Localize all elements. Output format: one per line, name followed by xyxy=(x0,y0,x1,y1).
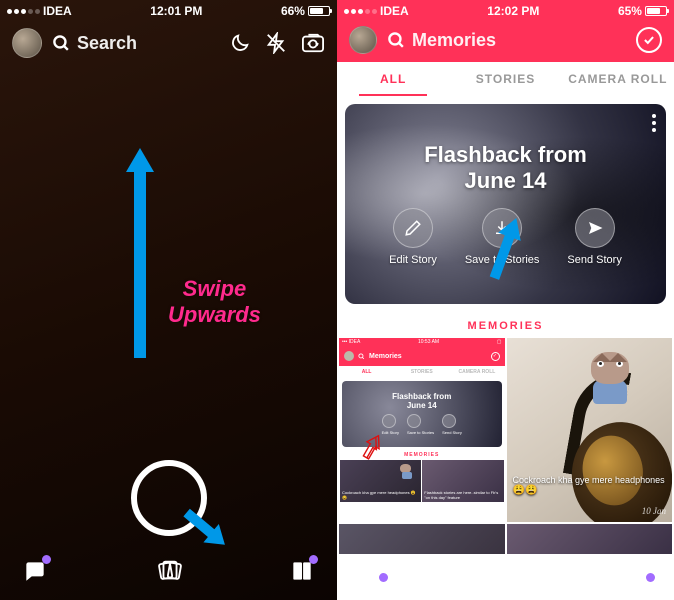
carrier-label: IDEA xyxy=(380,4,409,18)
search-button[interactable]: Memories xyxy=(387,30,626,51)
red-arrow-icon xyxy=(359,432,385,467)
stories-button[interactable] xyxy=(626,576,652,600)
tab-cameraroll[interactable]: CAMERA ROLL xyxy=(562,62,674,96)
edit-story-button[interactable]: Edit Story xyxy=(389,208,437,266)
memory-tile[interactable]: ••• IDEA10:53 AM▢ Memories ✓ ALLSTORIESC… xyxy=(339,338,505,522)
battery-icon xyxy=(308,6,330,16)
memory-tile[interactable]: Cockroach kha gye mere headphones 😩😩 10 … xyxy=(507,338,673,522)
stories-badge xyxy=(646,573,655,582)
signal-icon xyxy=(344,9,377,14)
memory-caption: Cockroach kha gye mere headphones 😩😩 xyxy=(513,475,667,496)
send-story-button[interactable]: Send Story xyxy=(567,208,621,266)
profile-avatar[interactable] xyxy=(12,28,42,58)
stories-badge xyxy=(309,555,318,564)
chat-button[interactable] xyxy=(359,576,385,600)
save-pointer-arrow xyxy=(475,214,535,289)
flashback-title: Flashback fromJune 14 xyxy=(424,142,587,195)
memories-grid: ••• IDEA10:53 AM▢ Memories ✓ ALLSTORIESC… xyxy=(337,338,674,554)
stories-button[interactable] xyxy=(289,558,315,584)
memories-pointer-arrow xyxy=(175,498,235,563)
flip-camera-icon[interactable] xyxy=(301,32,325,54)
pencil-icon xyxy=(393,208,433,248)
night-mode-icon[interactable] xyxy=(229,32,251,54)
search-button[interactable]: Search xyxy=(52,33,219,54)
status-bar: IDEA 12:01 PM 66% xyxy=(0,0,337,20)
chat-badge xyxy=(379,573,388,582)
tab-all[interactable]: ALL xyxy=(337,62,449,96)
signal-icon xyxy=(7,9,40,14)
top-bar: Search xyxy=(0,20,337,66)
tab-stories[interactable]: STORIES xyxy=(449,62,561,96)
profile-avatar[interactable] xyxy=(349,26,377,54)
battery-label: 66% xyxy=(281,4,305,18)
bottom-nav xyxy=(0,542,337,600)
mini-screenshot: ••• IDEA10:53 AM▢ Memories ✓ ALLSTORIESC… xyxy=(339,338,505,522)
status-bar: IDEA 12:02 PM 65% xyxy=(337,0,674,20)
memory-tile[interactable] xyxy=(339,524,505,554)
carrier-label: IDEA xyxy=(43,4,72,18)
flash-icon[interactable] xyxy=(265,32,287,54)
memories-header: Memories xyxy=(337,20,674,62)
battery-label: 65% xyxy=(618,4,642,18)
bottom-nav xyxy=(337,576,674,600)
select-button[interactable] xyxy=(636,27,662,53)
battery-icon xyxy=(645,6,667,16)
memory-tile[interactable] xyxy=(507,524,673,554)
header-title: Memories xyxy=(412,30,496,51)
memories-screen: IDEA 12:02 PM 65% Memories ALL STORIES xyxy=(337,0,674,600)
swipe-caption: SwipeUpwards xyxy=(168,276,261,329)
swipe-up-arrow xyxy=(124,148,156,363)
search-icon xyxy=(387,31,406,50)
send-icon xyxy=(575,208,615,248)
camera-screen: IDEA 12:01 PM 66% Search xyxy=(0,0,337,600)
search-icon xyxy=(52,34,71,53)
cat-sticker-icon xyxy=(588,352,632,402)
search-label: Search xyxy=(77,33,137,54)
memories-button[interactable] xyxy=(493,576,519,600)
memories-tabs: ALL STORIES CAMERA ROLL xyxy=(337,62,674,96)
chat-badge xyxy=(42,555,51,564)
clock-label: 12:02 PM xyxy=(487,4,539,18)
memories-section-header: MEMORIES xyxy=(337,312,674,338)
clock-label: 12:01 PM xyxy=(150,4,202,18)
chat-button[interactable] xyxy=(22,558,48,584)
memory-date: 10 Jan xyxy=(642,506,666,516)
